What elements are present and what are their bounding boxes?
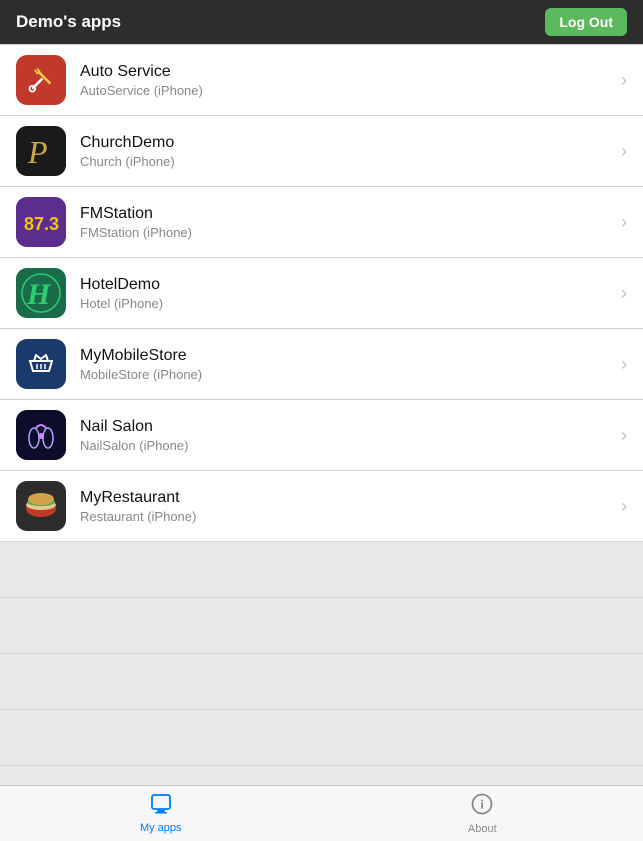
app-info: Auto Service AutoService (iPhone) [80,63,613,98]
app-name: MyRestaurant [80,489,613,507]
app-name: Auto Service [80,63,613,81]
app-name: Nail Salon [80,418,613,436]
app-info: FMStation FMStation (iPhone) [80,205,613,240]
app-name: ChurchDemo [80,134,613,152]
app-info: MyRestaurant Restaurant (iPhone) [80,489,613,524]
app-list-item[interactable]: Auto Service AutoService (iPhone) › [0,44,643,116]
chevron-right-icon: › [621,141,627,162]
app-name: FMStation [80,205,613,223]
svg-text:H: H [26,278,52,311]
app-info: ChurchDemo Church (iPhone) [80,134,613,169]
app-subtitle: Church (iPhone) [80,154,613,169]
tab-my-apps-label: My apps [140,822,182,834]
chevron-right-icon: › [621,496,627,517]
chevron-right-icon: › [621,283,627,304]
app-name: MyMobileStore [80,347,613,365]
app-list-item[interactable]: Nail Salon NailSalon (iPhone) › [0,400,643,471]
app-icon-fmstation: 87.3 [16,197,66,247]
svg-text:i: i [480,796,484,811]
app-subtitle: NailSalon (iPhone) [80,438,613,453]
app-icon-mymobilestore [16,339,66,389]
tab-bar: My apps i About [0,785,643,841]
app-header: Demo's apps Log Out [0,0,643,44]
about-icon: i [471,793,493,821]
my-apps-icon [149,794,173,820]
app-name: HotelDemo [80,276,613,294]
logout-button[interactable]: Log Out [545,8,627,36]
app-list-item[interactable]: MyRestaurant Restaurant (iPhone) › [0,471,643,542]
empty-row [0,710,643,766]
app-list: Auto Service AutoService (iPhone) › P Chur… [0,44,643,822]
app-info: HotelDemo Hotel (iPhone) [80,276,613,311]
chevron-right-icon: › [621,212,627,233]
svg-text:87.3: 87.3 [24,214,59,234]
tab-about-label: About [468,823,497,835]
app-list-item[interactable]: H HotelDemo Hotel (iPhone) › [0,258,643,329]
app-list-item[interactable]: P ChurchDemo Church (iPhone) › [0,116,643,187]
empty-row [0,598,643,654]
app-info: Nail Salon NailSalon (iPhone) [80,418,613,453]
empty-row [0,542,643,598]
app-icon-myrestaurant [16,481,66,531]
app-icon-nailsalon [16,410,66,460]
app-info: MyMobileStore MobileStore (iPhone) [80,347,613,382]
tab-about[interactable]: i About [322,786,643,841]
chevron-right-icon: › [621,425,627,446]
chevron-right-icon: › [621,354,627,375]
app-subtitle: AutoService (iPhone) [80,83,613,98]
empty-row [0,654,643,710]
tab-my-apps[interactable]: My apps [0,786,322,841]
header-title: Demo's apps [16,12,121,32]
chevron-right-icon: › [621,70,627,91]
app-list-item[interactable]: 87.3 FMStation FMStation (iPhone) › [0,187,643,258]
app-subtitle: FMStation (iPhone) [80,225,613,240]
app-subtitle: MobileStore (iPhone) [80,367,613,382]
app-subtitle: Restaurant (iPhone) [80,509,613,524]
app-icon-autoservice [16,55,66,105]
app-icon-churchdemo: P [16,126,66,176]
svg-text:P: P [27,134,48,170]
app-icon-hoteldemo: H [16,268,66,318]
app-subtitle: Hotel (iPhone) [80,296,613,311]
app-list-item[interactable]: MyMobileStore MobileStore (iPhone) › [0,329,643,400]
